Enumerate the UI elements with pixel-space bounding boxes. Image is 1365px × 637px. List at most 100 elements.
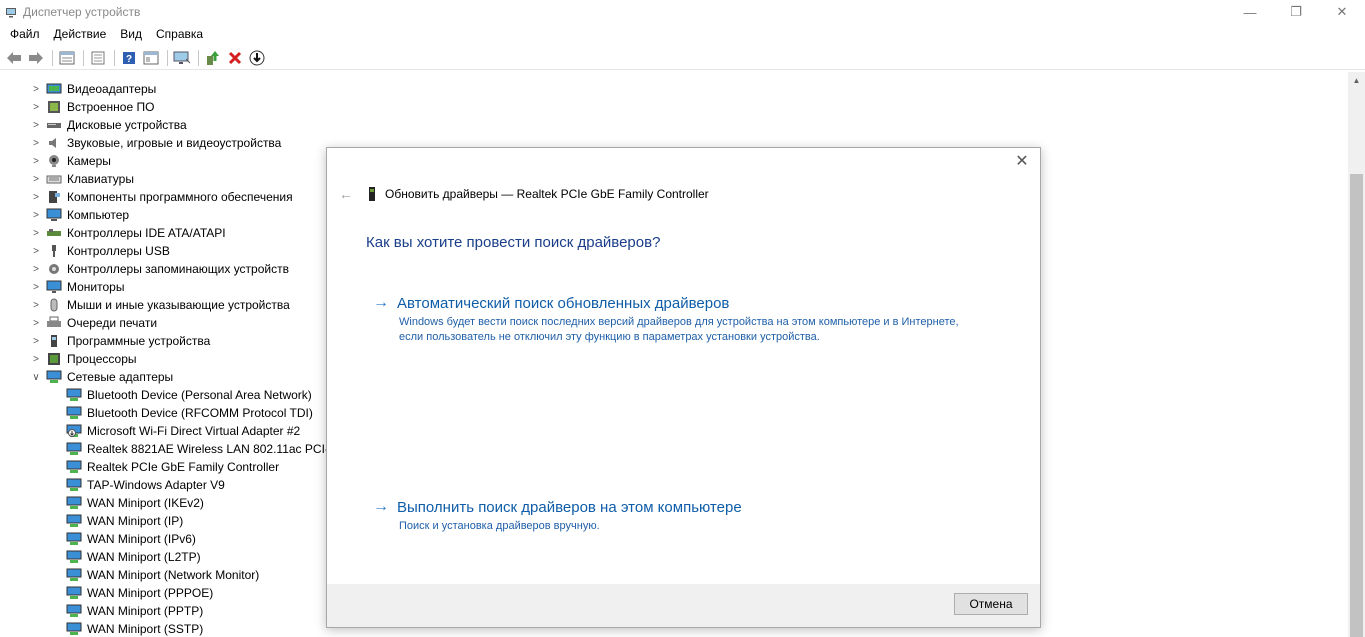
camera-icon: [46, 154, 62, 168]
expand-chevron-icon[interactable]: >: [30, 278, 42, 296]
expand-chevron-icon[interactable]: >: [30, 152, 42, 170]
expand-chevron-icon[interactable]: >: [30, 206, 42, 224]
tree-device-label: WAN Miniport (PPPOE): [87, 586, 214, 600]
right-arrow-icon: →: [373, 498, 389, 515]
vertical-scrollbar[interactable]: ▲: [1348, 72, 1365, 637]
dialog-close-icon[interactable]: ✕: [1014, 154, 1030, 170]
tree-device-label: Microsoft Wi-Fi Direct Virtual Adapter #…: [87, 424, 301, 438]
update-driver-icon[interactable]: [203, 48, 223, 68]
menu-file[interactable]: Файл: [3, 27, 47, 41]
tree-device-label: WAN Miniport (IPv6): [87, 532, 196, 546]
keyboard-icon: [46, 172, 62, 186]
tree-category-label: Мониторы: [67, 280, 125, 294]
network-adapter-icon: [46, 370, 62, 384]
cancel-button[interactable]: Отмена: [954, 593, 1028, 615]
mouse-icon: [46, 298, 62, 312]
tree-category[interactable]: > Дисковые устройства: [0, 116, 1348, 134]
dialog-question: Как вы хотите провести поиск драйверов?: [366, 234, 661, 251]
expand-chevron-icon[interactable]: >: [30, 314, 42, 332]
view-icon[interactable]: [141, 48, 161, 68]
expand-chevron-icon[interactable]: >: [30, 224, 42, 242]
monitor-icon: [46, 280, 62, 294]
network-adapter-icon: [66, 514, 82, 528]
auto-search-option[interactable]: → Автоматический поиск обновленных драйв…: [373, 294, 959, 345]
network-adapter-icon: [66, 622, 82, 636]
menu-action[interactable]: Действие: [47, 27, 114, 41]
help-icon[interactable]: ?: [119, 48, 139, 68]
device-icon: [367, 187, 377, 201]
tree-device-label: Bluetooth Device (RFCOMM Protocol TDI): [87, 406, 313, 420]
uninstall-icon[interactable]: [225, 48, 245, 68]
expand-chevron-icon[interactable]: >: [30, 332, 42, 350]
expand-chevron-icon[interactable]: >: [30, 170, 42, 188]
maximize-button[interactable]: ❐: [1273, 0, 1319, 24]
toolbar-separator: [114, 49, 115, 66]
network-adapter-icon: [66, 568, 82, 582]
tree-category-label: Компоненты программного обеспечения: [67, 190, 293, 204]
firmware-icon: [46, 100, 62, 114]
network-adapter-icon: [66, 388, 82, 402]
computer-icon: [46, 208, 62, 222]
tree-category-label: Сетевые адаптеры: [67, 370, 174, 384]
tree-category-label: Дисковые устройства: [67, 118, 187, 132]
dialog-footer: Отмена: [327, 584, 1040, 627]
option-title[interactable]: Автоматический поиск обновленных драйвер…: [397, 295, 729, 312]
monitor-icon[interactable]: [172, 48, 192, 68]
network-adapter-icon: [66, 550, 82, 564]
option-description: Windows будет вести поиск последних верс…: [399, 316, 959, 343]
expand-chevron-icon[interactable]: >: [30, 350, 42, 368]
network-adapter-icon: [66, 532, 82, 546]
expand-chevron-icon[interactable]: >: [30, 260, 42, 278]
forward-icon[interactable]: [26, 48, 46, 68]
tree-category-label: Контроллеры USB: [67, 244, 170, 258]
back-icon[interactable]: [4, 48, 24, 68]
download-icon[interactable]: [247, 48, 267, 68]
tree-category[interactable]: > Видеоадаптеры: [0, 80, 1348, 98]
expand-chevron-icon[interactable]: >: [30, 116, 42, 134]
software-device-icon: [46, 334, 62, 348]
list-icon[interactable]: [88, 48, 108, 68]
window-title: Диспетчер устройств: [23, 5, 141, 19]
back-arrow-icon[interactable]: ←: [335, 186, 357, 202]
manual-search-option[interactable]: → Выполнить поиск драйверов на этом комп…: [373, 498, 959, 534]
network-adapter-icon: [66, 496, 82, 510]
expand-chevron-icon[interactable]: >: [30, 98, 42, 116]
dialog-title: Обновить драйверы — Realtek PCIe GbE Fam…: [385, 187, 709, 201]
tree-category-label: Встроенное ПО: [67, 100, 155, 114]
option-title[interactable]: Выполнить поиск драйверов на этом компью…: [397, 499, 742, 516]
tree-device-label: TAP-Windows Adapter V9: [87, 478, 225, 492]
close-button[interactable]: ✕: [1319, 0, 1365, 24]
expand-chevron-icon[interactable]: >: [30, 296, 42, 314]
title-bar: Диспетчер устройств — ❐ ✕: [0, 0, 1365, 24]
tree-device-label: Realtek PCIe GbE Family Controller: [87, 460, 280, 474]
expand-chevron-icon[interactable]: >: [30, 134, 42, 152]
tree-category-label: Контроллеры запоминающих устройств: [67, 262, 289, 276]
expand-chevron-icon[interactable]: >: [30, 242, 42, 260]
usb-icon: [46, 244, 62, 258]
tree-category[interactable]: > Встроенное ПО: [0, 98, 1348, 116]
tree-category-label: Камеры: [67, 154, 111, 168]
toolbar: ?: [0, 46, 1365, 70]
tree-category-label: Процессоры: [67, 352, 137, 366]
expand-chevron-icon[interactable]: >: [30, 188, 42, 206]
network-adapter-icon: [66, 604, 82, 618]
tree-device-label: WAN Miniport (Network Monitor): [87, 568, 260, 582]
window-controls: — ❐ ✕: [1227, 0, 1365, 24]
menu-view[interactable]: Вид: [113, 27, 149, 41]
scroll-up-arrow-icon[interactable]: ▲: [1348, 72, 1365, 89]
properties-icon[interactable]: [57, 48, 77, 68]
tree-category-label: Очереди печати: [67, 316, 158, 330]
tree-category-label: Контроллеры IDE ATA/ATAPI: [67, 226, 226, 240]
collapse-chevron-icon[interactable]: ∨: [30, 368, 42, 386]
processor-icon: [46, 352, 62, 366]
minimize-button[interactable]: —: [1227, 0, 1273, 24]
toolbar-separator: [83, 49, 84, 66]
menu-help[interactable]: Справка: [149, 27, 210, 41]
software-component-icon: [46, 190, 62, 204]
storage-controller-icon: [46, 262, 62, 276]
tree-device-label: WAN Miniport (IP): [87, 514, 184, 528]
network-adapter-icon: [66, 406, 82, 420]
scrollbar-thumb[interactable]: [1350, 174, 1363, 637]
tree-device-label: WAN Miniport (SSTP): [87, 622, 204, 636]
expand-chevron-icon[interactable]: >: [30, 80, 42, 98]
